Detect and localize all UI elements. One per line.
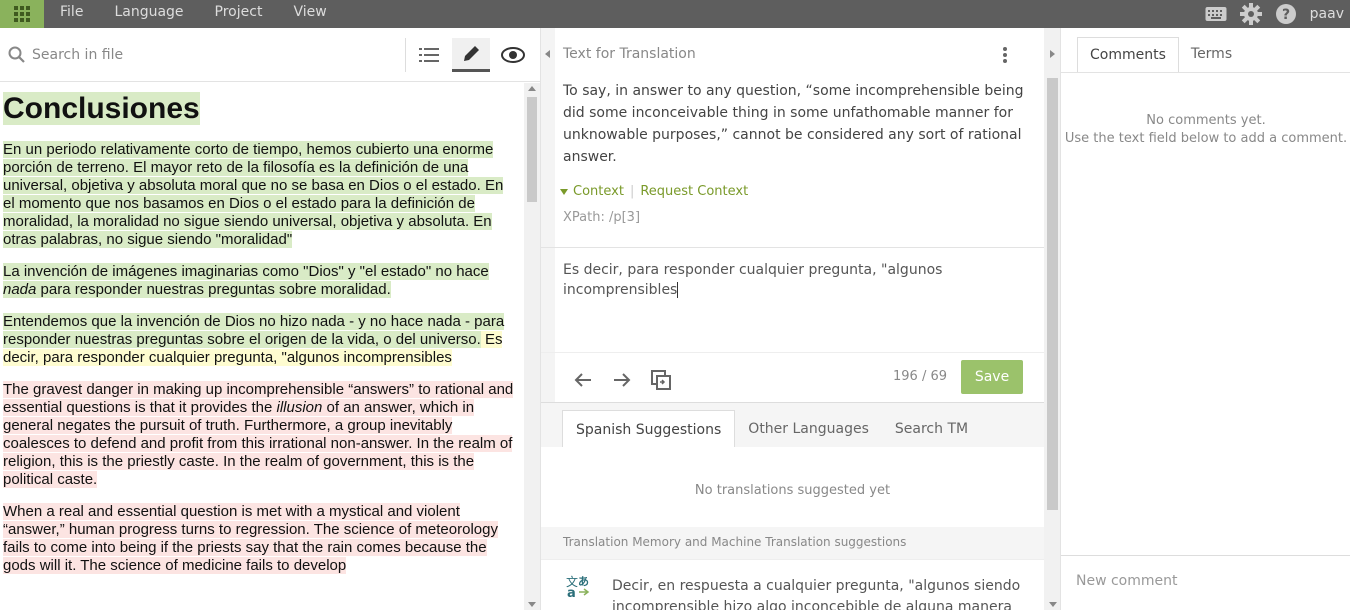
list-view-button[interactable] — [410, 38, 448, 72]
user-name[interactable]: paav — [1310, 6, 1344, 22]
comments-pane: Comments Terms No comments yet. Use the … — [1060, 28, 1350, 610]
translation-editor[interactable]: Es decir, para responder cualquier pregu… — [563, 260, 1023, 300]
scroll-thumb[interactable] — [527, 97, 537, 202]
tab-other-languages[interactable]: Other Languages — [735, 410, 882, 447]
edit-view-button[interactable] — [452, 38, 490, 72]
tab-terms[interactable]: Terms — [1179, 37, 1244, 73]
tm-section-label: Translation Memory and Machine Translati… — [563, 535, 907, 549]
help-icon[interactable]: ? — [1275, 3, 1297, 25]
segment-text: La invención de imágenes imaginarias com… — [3, 263, 489, 280]
menu-file[interactable]: File — [48, 0, 94, 28]
no-comments-line-2: Use the text field below to add a commen… — [1064, 131, 1348, 146]
keyboard-icon[interactable] — [1205, 6, 1227, 22]
tab-spanish-suggestions[interactable]: Spanish Suggestions — [562, 410, 736, 447]
scroll-down-icon[interactable] — [1049, 602, 1057, 607]
tm-suggestion-text[interactable]: Decir, en respuesta a cualquier pregunta… — [612, 576, 1032, 610]
divider — [541, 352, 1044, 353]
doc-paragraph-3[interactable]: Entendemos que la invención de Dios no h… — [3, 313, 516, 367]
scroll-down-icon[interactable] — [528, 602, 536, 607]
doc-paragraph-5[interactable]: When a real and essential question is me… — [3, 503, 516, 575]
document-content: Conclusiones En un periodo relativamente… — [0, 83, 524, 610]
next-segment-button[interactable] — [602, 366, 641, 394]
list-icon — [419, 48, 439, 62]
no-comments-line-1: No comments yet. — [1146, 113, 1266, 128]
more-options-icon[interactable] — [1001, 45, 1009, 69]
svg-text:?: ? — [1282, 7, 1290, 23]
comment-box — [1061, 555, 1350, 610]
scroll-thumb[interactable] — [1047, 78, 1058, 510]
menu-view[interactable]: View — [281, 0, 337, 28]
divider — [541, 247, 1044, 248]
tab-search-tm[interactable]: Search TM — [882, 410, 981, 447]
comment-tabs: Comments Terms — [1077, 37, 1244, 73]
context-row: Context | Request Context — [559, 184, 748, 199]
copy-source-button[interactable] — [641, 366, 680, 394]
arrow-right-icon — [613, 373, 630, 387]
previous-segment-button[interactable] — [563, 366, 602, 394]
request-context-link[interactable]: Request Context — [640, 184, 748, 199]
apps-grid-button[interactable] — [0, 0, 44, 28]
translation-text: Es decir, para responder cualquier pregu… — [563, 262, 943, 298]
doc-paragraph-1[interactable]: En un periodo relativamente corto de tie… — [3, 141, 516, 249]
source-header: Text for Translation — [563, 46, 696, 62]
suggestion-tabs: Spanish Suggestions Other Languages Sear… — [562, 410, 981, 447]
eye-icon — [501, 47, 525, 63]
view-mode-buttons — [405, 38, 532, 72]
no-suggestions-message: No translations suggested yet — [694, 483, 891, 498]
copy-source-icon — [650, 370, 671, 390]
segment[interactable]: Entendemos que la invención de Dios no h… — [3, 313, 505, 348]
caret-down-icon — [560, 188, 568, 195]
editor-actions — [563, 366, 680, 394]
doc-paragraph-4[interactable]: The gravest danger in making up incompre… — [3, 381, 516, 489]
document-pane: Conclusiones En un periodo relativamente… — [0, 28, 540, 610]
no-comments-message: No comments yet. Use the text field belo… — [1061, 112, 1350, 148]
translation-pane: Text for Translation To say, in answer t… — [540, 28, 1061, 610]
context-toggle[interactable]: Context — [573, 184, 624, 199]
search-input[interactable] — [32, 44, 392, 66]
machine-translation-icon: 文あa — [566, 574, 590, 602]
gear-icon[interactable] — [1239, 3, 1262, 25]
menu-project[interactable]: Project — [203, 0, 274, 28]
divider — [1061, 72, 1350, 73]
preview-view-button[interactable] — [494, 38, 532, 72]
search-icon — [8, 46, 26, 68]
source-text: To say, in answer to any question, “some… — [563, 83, 1024, 165]
separator: | — [629, 184, 635, 199]
scroll-up-icon[interactable] — [528, 86, 536, 91]
apps-grid-icon — [14, 6, 30, 22]
tab-comments[interactable]: Comments — [1077, 37, 1179, 73]
xpath-label: XPath: /p[3] — [563, 210, 641, 225]
top-bar: File Language Project View ? paav — [0, 0, 1350, 28]
tm-suggestion-item[interactable]: 文あa Decir, en respuesta a cualquier preg… — [541, 559, 1044, 610]
save-button[interactable]: Save — [961, 360, 1023, 394]
translation-scrollbar[interactable] — [1044, 28, 1061, 610]
text-caret — [677, 282, 679, 298]
segment[interactable]: The science of medicine fails to develop — [76, 557, 347, 574]
segment-emphasis: nada — [3, 281, 37, 298]
doc-paragraph-2[interactable]: La invención de imágenes imaginarias com… — [3, 263, 516, 299]
segment-text: para responder nuestras preguntas sobre … — [36, 281, 391, 298]
collapse-left-icon[interactable] — [545, 50, 550, 58]
top-right-tools: ? paav — [1192, 0, 1350, 28]
pencil-icon — [464, 45, 479, 61]
document-scrollbar[interactable] — [524, 83, 540, 610]
new-comment-input[interactable] — [1076, 573, 1336, 589]
main-menu: File Language Project View — [48, 0, 346, 28]
collapse-right-icon[interactable] — [1050, 50, 1055, 58]
menu-language[interactable]: Language — [102, 0, 194, 28]
character-counter: 196 / 69 — [893, 369, 947, 384]
doc-heading[interactable]: Conclusiones — [3, 91, 524, 127]
arrow-left-icon — [574, 373, 591, 387]
search-bar — [0, 28, 540, 82]
suggestions-body: No translations suggested yet — [541, 447, 1044, 527]
segment-emphasis: illusion — [276, 399, 323, 416]
svg-text:あ: あ — [578, 575, 589, 588]
suggestions-panel: Spanish Suggestions Other Languages Sear… — [541, 402, 1044, 610]
svg-text:a: a — [567, 586, 576, 598]
